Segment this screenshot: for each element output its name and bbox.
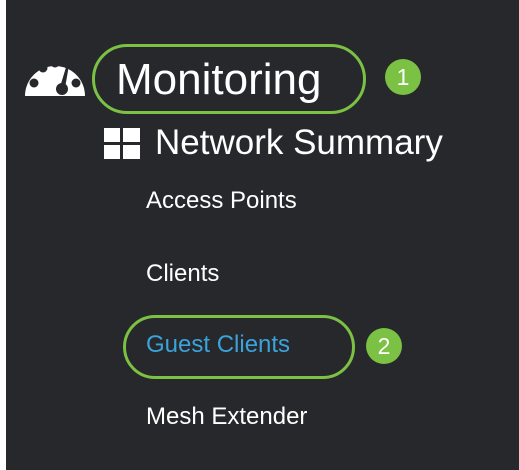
monitoring-highlight-ring	[92, 44, 366, 114]
grid-icon	[104, 128, 140, 159]
dashboard-gauge-icon	[23, 52, 87, 104]
sidebar-item-access-points[interactable]: Access Points	[146, 186, 297, 216]
guest-clients-highlight-ring	[123, 315, 355, 379]
sidebar-item-mesh-extender[interactable]: Mesh Extender	[146, 402, 307, 432]
step-badge-1: 1	[385, 59, 421, 95]
network-summary-menu-item[interactable]: Network Summary	[155, 121, 443, 165]
sidebar-item-clients[interactable]: Clients	[146, 259, 219, 289]
step-badge-2: 2	[366, 328, 402, 364]
